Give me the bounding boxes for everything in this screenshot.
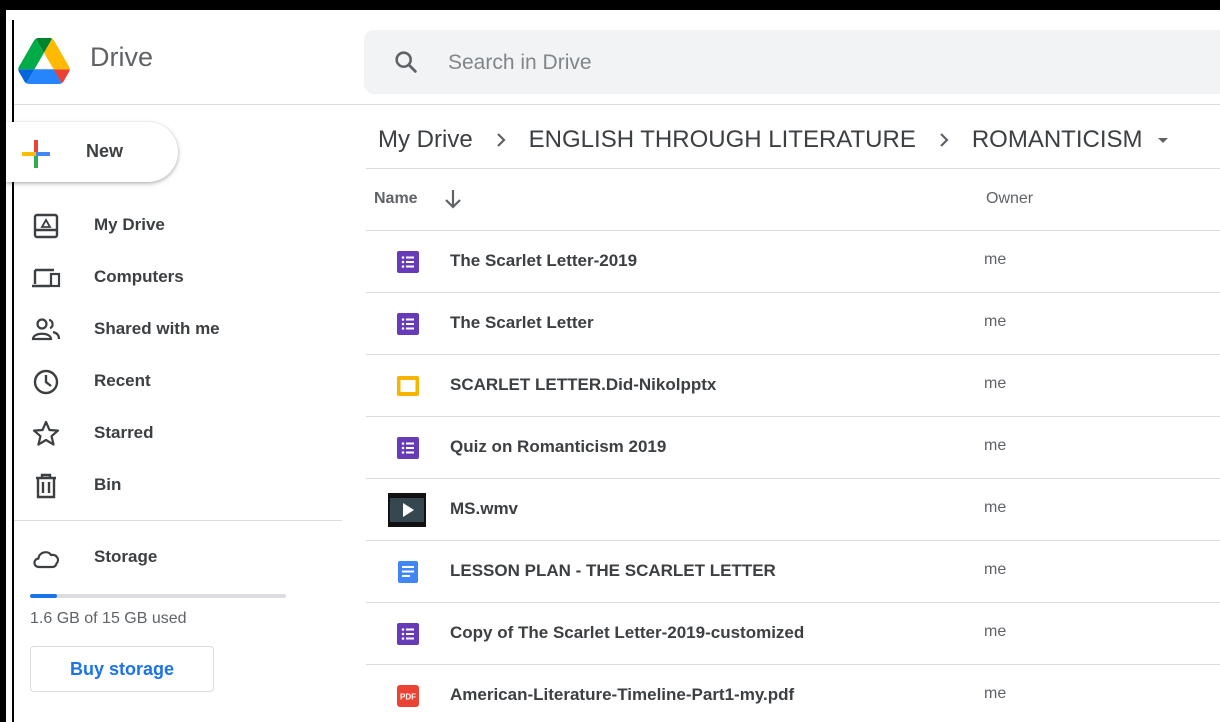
trash-icon bbox=[36, 473, 56, 499]
file-owner: me bbox=[984, 437, 1007, 454]
search-icon[interactable] bbox=[392, 48, 420, 76]
main-divider bbox=[366, 168, 1220, 169]
table-row[interactable]: The Scarlet Letter me bbox=[366, 292, 1220, 354]
pdf-badge: PDF bbox=[400, 693, 416, 702]
sidebar-item-computers[interactable]: Computers bbox=[14, 252, 344, 304]
header-divider bbox=[14, 104, 1220, 105]
star-icon bbox=[32, 420, 60, 446]
drive-app: Drive New My Drive bbox=[6, 20, 1220, 722]
file-name: Copy of The Scarlet Letter-2019-customiz… bbox=[450, 623, 805, 642]
new-button[interactable]: New bbox=[6, 122, 178, 182]
file-name: MS.wmv bbox=[450, 499, 519, 518]
sidebar-item-starred[interactable]: Starred bbox=[14, 408, 344, 460]
sidebar-item-shared-with-me[interactable]: Shared with me bbox=[14, 304, 344, 356]
shared-people-icon bbox=[31, 318, 61, 341]
column-header-owner[interactable]: Owner bbox=[986, 190, 1033, 208]
file-owner: me bbox=[984, 561, 1007, 578]
sidebar-item-label: Bin bbox=[94, 475, 122, 494]
sidebar-item-storage[interactable]: Storage bbox=[14, 532, 344, 584]
file-name: Quiz on Romanticism 2019 bbox=[450, 437, 667, 456]
dropdown-arrow-icon[interactable] bbox=[1151, 128, 1175, 152]
file-owner: me bbox=[984, 623, 1007, 640]
arrow-down-icon[interactable] bbox=[440, 186, 466, 212]
file-name: The Scarlet Letter bbox=[450, 313, 594, 332]
app-window: Drive New My Drive bbox=[6, 10, 1220, 722]
chevron-right-icon bbox=[940, 133, 949, 147]
file-list: The Scarlet Letter-2019 me The Scarlet L… bbox=[366, 230, 1220, 722]
breadcrumb: My Drive ENGLISH THROUGH LITERATURE ROMA… bbox=[378, 120, 1175, 160]
new-button-label: New bbox=[86, 141, 124, 161]
table-row[interactable]: PDF American-Literature-Timeline-Part1-m… bbox=[366, 664, 1220, 722]
buy-storage-button[interactable]: Buy storage bbox=[30, 646, 214, 692]
google-forms-icon bbox=[397, 437, 419, 459]
file-name: American-Literature-Timeline-Part1-my.pd… bbox=[450, 685, 795, 704]
storage-usage-bar bbox=[30, 594, 286, 598]
google-slides-icon bbox=[397, 376, 419, 396]
cloud-icon bbox=[33, 551, 60, 569]
storage-usage-text: 1.6 GB of 15 GB used bbox=[30, 610, 187, 627]
sidebar-divider bbox=[14, 520, 342, 521]
file-name: SCARLET LETTER.Did-Nikolpptx bbox=[450, 375, 717, 394]
table-row[interactable]: Quiz on Romanticism 2019 me bbox=[366, 416, 1220, 478]
search-bar[interactable] bbox=[364, 30, 1220, 94]
chevron-right-icon bbox=[496, 133, 506, 147]
table-row[interactable]: The Scarlet Letter-2019 me bbox=[366, 230, 1220, 292]
sidebar-item-label: Shared with me bbox=[94, 319, 220, 338]
sidebar-item-label: Computers bbox=[94, 267, 184, 286]
google-forms-icon bbox=[397, 623, 419, 645]
column-header-name[interactable]: Name bbox=[374, 190, 418, 208]
sidebar-nav: My Drive Computers Shared with me Recent bbox=[14, 200, 344, 512]
file-name: The Scarlet Letter-2019 bbox=[450, 251, 638, 270]
my-drive-icon bbox=[33, 213, 59, 239]
file-owner: me bbox=[984, 251, 1007, 268]
plus-icon bbox=[22, 140, 50, 168]
sidebar-item-label: Starred bbox=[94, 423, 154, 442]
breadcrumb-my-drive[interactable]: My Drive bbox=[378, 126, 473, 154]
table-row[interactable]: LESSON PLAN - THE SCARLET LETTER me bbox=[366, 540, 1220, 602]
search-input[interactable] bbox=[446, 44, 1050, 82]
drive-logo-icon[interactable] bbox=[18, 38, 70, 84]
table-row[interactable]: Copy of The Scarlet Letter-2019-customiz… bbox=[366, 602, 1220, 664]
pdf-icon: PDF bbox=[397, 685, 419, 707]
sidebar-item-my-drive[interactable]: My Drive bbox=[14, 200, 344, 252]
sidebar-item-label: Recent bbox=[94, 371, 151, 390]
brand-name: Drive bbox=[90, 42, 154, 72]
breadcrumb-romanticism[interactable]: ROMANTICISM bbox=[972, 126, 1143, 154]
google-forms-icon bbox=[397, 251, 419, 273]
file-owner: me bbox=[984, 375, 1007, 392]
sidebar-item-recent[interactable]: Recent bbox=[14, 356, 344, 408]
file-owner: me bbox=[984, 313, 1007, 330]
clock-icon bbox=[33, 369, 59, 395]
storage-usage-fill bbox=[30, 594, 58, 598]
computers-icon bbox=[32, 268, 61, 288]
google-forms-icon bbox=[397, 313, 419, 335]
file-owner: me bbox=[984, 685, 1007, 702]
google-docs-icon bbox=[398, 561, 418, 583]
file-list-header: Name Owner bbox=[366, 170, 1220, 230]
breadcrumb-english-through-literature[interactable]: ENGLISH THROUGH LITERATURE bbox=[529, 126, 916, 154]
file-name: LESSON PLAN - THE SCARLET LETTER bbox=[450, 561, 776, 580]
sidebar-item-label: My Drive bbox=[94, 215, 165, 234]
table-row[interactable]: MS.wmv me bbox=[366, 478, 1220, 540]
table-row[interactable]: SCARLET LETTER.Did-Nikolpptx me bbox=[366, 354, 1220, 416]
video-thumbnail-icon bbox=[388, 493, 426, 527]
sidebar-item-bin[interactable]: Bin bbox=[14, 460, 344, 512]
storage-label: Storage bbox=[94, 547, 158, 566]
file-owner: me bbox=[984, 499, 1007, 516]
